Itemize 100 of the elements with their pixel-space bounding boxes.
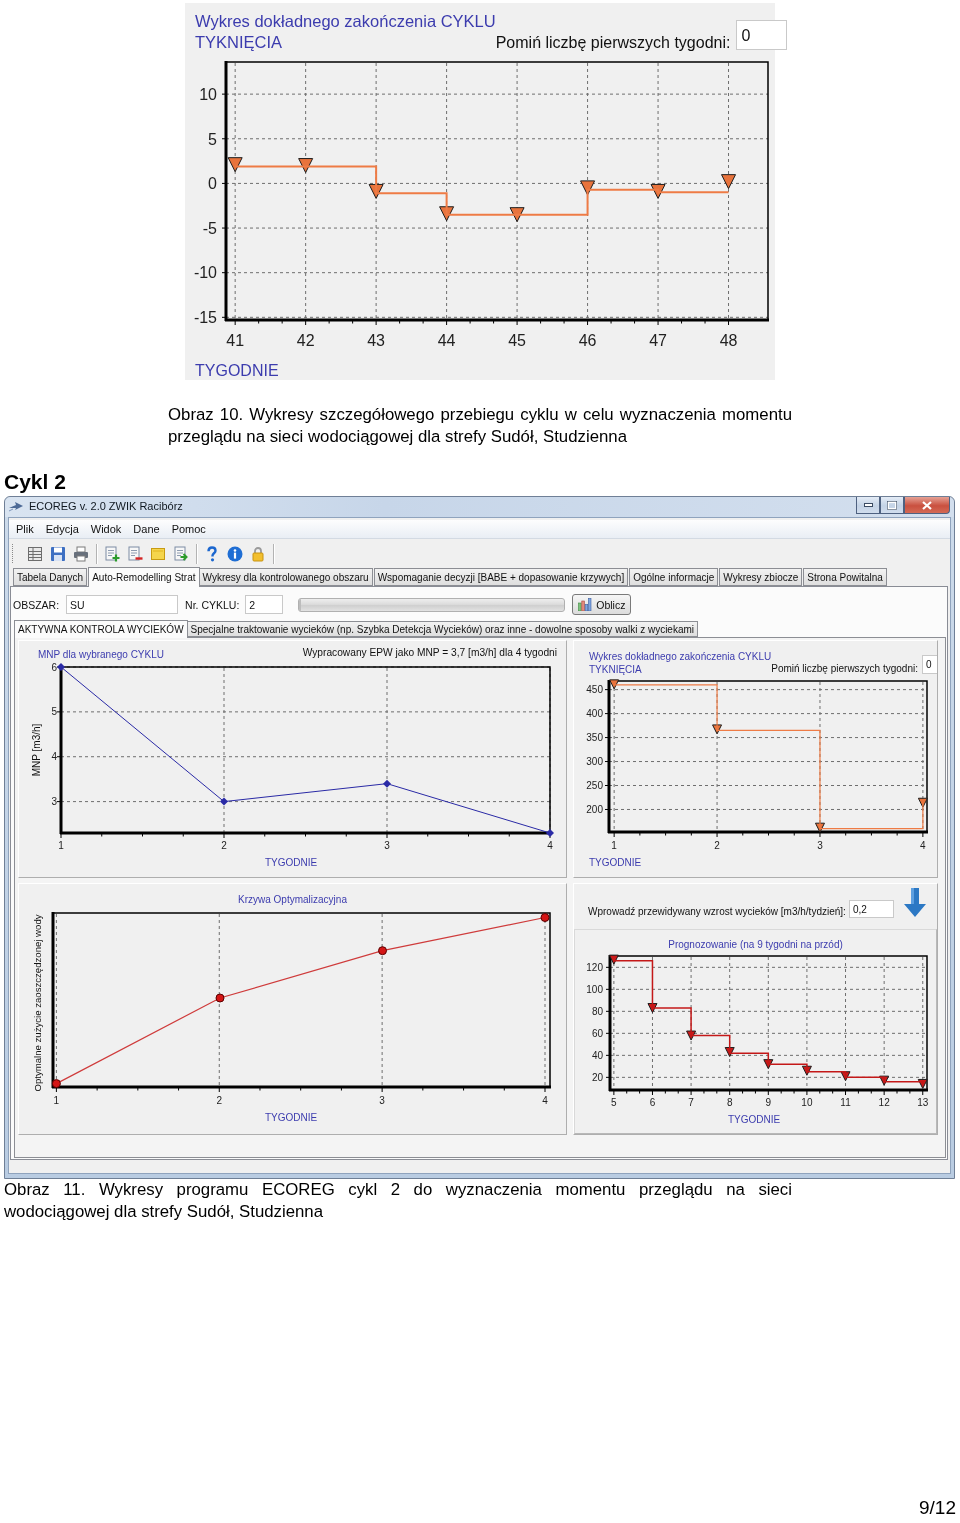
minimize-button[interactable] <box>856 497 880 514</box>
lock-icon[interactable] <box>250 545 266 562</box>
data-point <box>215 993 225 1003</box>
y-tick-label: -15 <box>193 309 217 327</box>
menu-item[interactable]: Widok <box>84 523 128 535</box>
data-point <box>298 158 314 174</box>
x-tick-label: 3 <box>384 840 390 851</box>
x-axis-title: TYGODNIE <box>727 1114 781 1125</box>
data-point <box>814 822 825 833</box>
x-tick-label: 8 <box>726 1097 733 1108</box>
area-field[interactable]: SU <box>66 595 179 614</box>
y-tick-label: 100 <box>586 983 603 995</box>
maximize-icon <box>887 500 897 510</box>
down-arrow-icon[interactable] <box>903 888 926 917</box>
x-tick-label: 9 <box>765 1097 772 1108</box>
y-tick-label: 5 <box>51 706 57 718</box>
x-tick-label: 1 <box>58 840 64 851</box>
x-tick-label: 45 <box>508 332 526 349</box>
x-axis-title: TYGODNIE <box>589 857 642 868</box>
help-icon[interactable] <box>204 545 220 562</box>
y-tick-label: 300 <box>586 756 603 768</box>
calculate-button[interactable]: Oblicz <box>572 594 632 615</box>
growth-field[interactable]: 0,2 <box>848 900 894 918</box>
info-icon[interactable] <box>227 545 243 562</box>
skip-weeks-field[interactable]: 0 <box>736 20 788 50</box>
data-point <box>917 1078 928 1089</box>
cycle-field[interactable]: 2 <box>245 595 284 614</box>
y-tick-label: 80 <box>591 1005 603 1017</box>
chart-title: Wykres dokładnego zakończenia CYKLU <box>589 650 772 663</box>
x-tick-label: 46 <box>578 332 597 349</box>
menu-item[interactable]: Pomoc <box>165 523 212 535</box>
menu-item[interactable]: Dane <box>127 523 166 535</box>
chart-note: Wypracowany EPW jako MNP = 3,7 [m3/h] dla 4 tygodni <box>302 646 557 659</box>
maximize-button[interactable] <box>880 497 904 514</box>
x-tick-label: 1 <box>611 840 617 851</box>
y-tick-label: 40 <box>591 1049 603 1061</box>
x-axis-title: TYGODNIE <box>264 857 318 868</box>
section-heading: Cykl 2 <box>4 470 67 494</box>
y-tick-label: 200 <box>586 804 603 816</box>
data-point <box>840 1071 851 1082</box>
document-minus-icon[interactable] <box>127 545 143 562</box>
y-axis-title: Optymalne zużycie zaoszczędzonej wody <box>32 914 43 1092</box>
skip-weeks-label: Pomiń liczbę pierwszych tygodni: <box>771 663 918 674</box>
y-tick-label: 10 <box>199 85 217 103</box>
tab[interactable]: Wykresy dla kontrolowanego obszaru <box>198 568 373 586</box>
tab[interactable]: Tabela Danych <box>13 568 88 586</box>
data-point <box>580 180 596 196</box>
y-tick-label: 4 <box>51 751 57 763</box>
save-icon[interactable] <box>50 545 66 562</box>
tab[interactable]: Strona Powitalna <box>803 568 887 586</box>
tab[interactable]: Auto-Remodelling Strat <box>88 567 200 587</box>
data-point <box>763 1059 774 1070</box>
cycle-label: Nr. CYKLU: <box>185 598 240 611</box>
menu-item[interactable]: Plik <box>10 523 40 535</box>
skip-weeks-field[interactable]: 0 <box>921 655 937 674</box>
data-point <box>608 954 619 965</box>
y-tick-label: 5 <box>208 130 217 148</box>
area-label: OBSZAR: <box>13 598 60 611</box>
data-point <box>724 1047 735 1058</box>
y-tick-label: -10 <box>193 264 217 282</box>
data-point <box>686 1030 697 1041</box>
data-point <box>540 913 550 922</box>
y-tick-label: 3 <box>51 796 57 808</box>
data-point <box>227 157 243 173</box>
data-point <box>879 1075 890 1086</box>
y-tick-label: 400 <box>586 708 603 720</box>
y-axis-title: MNP [m3/h] <box>31 723 42 777</box>
x-tick-label: 5 <box>611 1097 617 1108</box>
tab[interactable]: Wspomaganie decyzji [BABE + dopasowanie krzywych] <box>373 568 629 586</box>
tab[interactable]: Specjalne traktowanie wycieków (np. Szybka Detekcja Wycieków) oraz inne - dowolne sposoby walki z wyciekami <box>186 621 699 637</box>
growth-label: Wprowadź przewidywany wzrost wycieków [m3/h/tydzień]: <box>588 906 846 918</box>
data-point <box>51 1079 61 1089</box>
x-axis-title: TYGODNIE <box>264 1112 318 1123</box>
x-tick-label: 12 <box>878 1097 890 1108</box>
data-point <box>801 1065 812 1076</box>
tab[interactable]: AKTYWNA KONTROLA WYCIEKÓW <box>14 620 188 638</box>
document-plus-icon[interactable] <box>104 545 120 562</box>
x-tick-label: 41 <box>226 332 245 349</box>
y-tick-label: 250 <box>586 780 603 792</box>
data-point <box>439 206 455 222</box>
y-axis-title: TYKNIĘCIA <box>589 663 643 676</box>
data-point <box>378 946 387 956</box>
bar-chart-icon <box>578 598 593 611</box>
tab[interactable]: Wykresy zbiocze <box>719 568 803 586</box>
x-tick-label: 44 <box>437 332 456 349</box>
data-point <box>721 174 737 190</box>
close-button[interactable] <box>904 497 950 514</box>
y-tick-label: 6 <box>51 663 57 673</box>
data-point <box>546 829 554 837</box>
chart-title: Prognozowanie (na 9 tygodni na przód) <box>668 938 843 952</box>
x-axis-title: TYGODNIE <box>195 362 279 379</box>
menu-item[interactable]: Edycja <box>39 523 85 535</box>
printer-icon[interactable] <box>73 545 89 562</box>
tab[interactable]: Ogólne informacje <box>629 568 719 586</box>
grid-icon[interactable] <box>27 545 43 562</box>
x-tick-label: 1 <box>53 1095 60 1106</box>
x-tick-label: 2 <box>714 840 720 851</box>
x-tick-label: 43 <box>367 332 385 349</box>
data-point <box>609 679 620 690</box>
data-point <box>650 183 666 199</box>
